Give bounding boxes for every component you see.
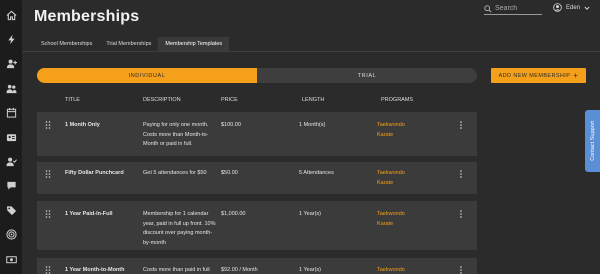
chat-icon[interactable] <box>0 174 22 198</box>
description-line: Costs more than Month-to- <box>143 131 209 138</box>
membership-tabs: School Memberships Trial Memberships Mem… <box>34 37 230 51</box>
page-title: Memberships <box>34 8 140 25</box>
drag-handle-icon[interactable] <box>45 121 51 129</box>
drag-handle-icon[interactable] <box>45 210 51 218</box>
row-programs: Taekwondo Karate <box>377 210 405 229</box>
more-options-icon[interactable] <box>459 121 463 129</box>
tabs-divider <box>22 51 600 52</box>
app-window: Memberships Eden School Memberships Tria… <box>0 0 600 274</box>
tag-icon[interactable] <box>0 198 22 222</box>
tab-school-memberships[interactable]: School Memberships <box>34 37 99 51</box>
home-icon[interactable] <box>0 3 22 27</box>
table-row[interactable]: Fifty Dollar Punchcard Get 5 attendances… <box>37 162 477 194</box>
row-price: $100.00 <box>221 122 241 128</box>
search-bar[interactable] <box>484 3 542 15</box>
row-length: 1 Month(s) <box>299 122 326 128</box>
main-content: Memberships Eden School Memberships Tria… <box>22 0 600 274</box>
row-programs: Taekwondo <box>377 266 405 274</box>
row-title: 1 Year Paid-In-Full <box>65 211 113 217</box>
row-title: 1 Year Month-to-Month <box>65 267 125 273</box>
header-title: TITLE <box>65 97 80 103</box>
users-icon[interactable] <box>0 76 22 100</box>
row-length: 1 Year(s) <box>299 211 322 217</box>
row-title: 1 Month Only <box>65 122 100 128</box>
toggle-trial[interactable]: TRIAL <box>257 68 477 83</box>
table-row[interactable]: 1 Year Paid-In-Full Membership for 1 cal… <box>37 201 477 250</box>
description-line: year, paid in full up front. 10% <box>143 220 216 227</box>
add-new-membership-button[interactable]: ADD NEW MEMBERSHIP + <box>491 68 586 83</box>
tab-membership-templates[interactable]: Membership Templates <box>158 37 230 51</box>
search-icon <box>484 4 492 13</box>
lightning-icon[interactable] <box>0 27 22 51</box>
description-line: Paying for only one month. <box>143 122 209 128</box>
row-length: 1 Year(s) <box>299 267 322 273</box>
contact-support-tab[interactable]: Contact Support <box>585 110 600 172</box>
program-link[interactable]: Karate <box>377 220 405 230</box>
table-header: TITLE DESCRIPTION PRICE LENGTH PROGRAMS <box>22 97 482 105</box>
money-icon[interactable] <box>0 247 22 271</box>
program-link[interactable]: Karate <box>377 179 405 189</box>
header-description: DESCRIPTION <box>143 97 181 103</box>
program-link[interactable]: Karate <box>377 131 405 141</box>
row-price: $1,000.00 <box>221 211 246 217</box>
program-link[interactable]: Taekwondo <box>377 169 405 179</box>
more-options-icon[interactable] <box>459 210 463 218</box>
description-line: Membership for 1 calendar <box>143 211 209 217</box>
header-price: PRICE <box>221 97 238 103</box>
user-menu[interactable]: Eden <box>553 3 594 12</box>
calendar-icon[interactable] <box>0 101 22 125</box>
row-length: 5 Attendances <box>299 170 334 176</box>
tab-trial-memberships[interactable]: Trial Memberships <box>99 37 158 51</box>
row-programs: Taekwondo Karate <box>377 121 405 140</box>
table-row[interactable]: 1 Month Only Paying for only one month. … <box>37 112 477 156</box>
row-description: Membership for 1 calendar year, paid in … <box>143 210 223 248</box>
user-avatar-icon <box>553 3 562 12</box>
row-programs: Taekwondo Karate <box>377 169 405 188</box>
description-line: by-month <box>143 239 166 246</box>
description-line: Costs more than paid in full <box>143 267 210 273</box>
contact-support-label: Contact Support <box>589 121 596 161</box>
chevron-down-icon <box>584 6 590 10</box>
add-user-icon[interactable] <box>0 52 22 76</box>
user-check-icon[interactable] <box>0 149 22 173</box>
toggle-individual[interactable]: INDIVIDUAL <box>37 68 257 83</box>
description-line: discount over paying month- <box>143 230 213 236</box>
row-price: $50.00 <box>221 170 238 176</box>
program-link[interactable]: Taekwondo <box>377 210 405 220</box>
row-description: Get 5 attendances for $50 <box>143 169 223 179</box>
user-name: Eden <box>566 4 581 11</box>
row-price: $92.00 / Month <box>221 267 258 273</box>
drag-handle-icon[interactable] <box>45 170 51 178</box>
drag-handle-icon[interactable] <box>45 266 51 274</box>
header-programs: PROGRAMS <box>381 97 414 103</box>
table-row[interactable]: 1 Year Month-to-Month Costs more than pa… <box>37 258 477 274</box>
search-input[interactable] <box>495 5 539 12</box>
description-line: Month or paid in full. <box>143 141 193 147</box>
more-options-icon[interactable] <box>459 266 463 274</box>
plus-icon: + <box>573 70 579 80</box>
sidebar <box>0 0 22 274</box>
program-link[interactable]: Taekwondo <box>377 266 405 274</box>
header-length: LENGTH <box>302 97 325 103</box>
program-link[interactable]: Taekwondo <box>377 121 405 131</box>
row-description: Paying for only one month. Costs more th… <box>143 121 215 150</box>
target-icon[interactable] <box>0 223 22 247</box>
id-card-icon[interactable] <box>0 125 22 149</box>
more-options-icon[interactable] <box>459 170 463 178</box>
row-description: Costs more than paid in full <box>143 266 223 274</box>
description-line: Get 5 attendances for $50 <box>143 170 207 176</box>
add-button-label: ADD NEW MEMBERSHIP <box>498 72 571 79</box>
row-title: Fifty Dollar Punchcard <box>65 170 124 176</box>
type-toggle: INDIVIDUAL TRIAL <box>37 68 477 83</box>
